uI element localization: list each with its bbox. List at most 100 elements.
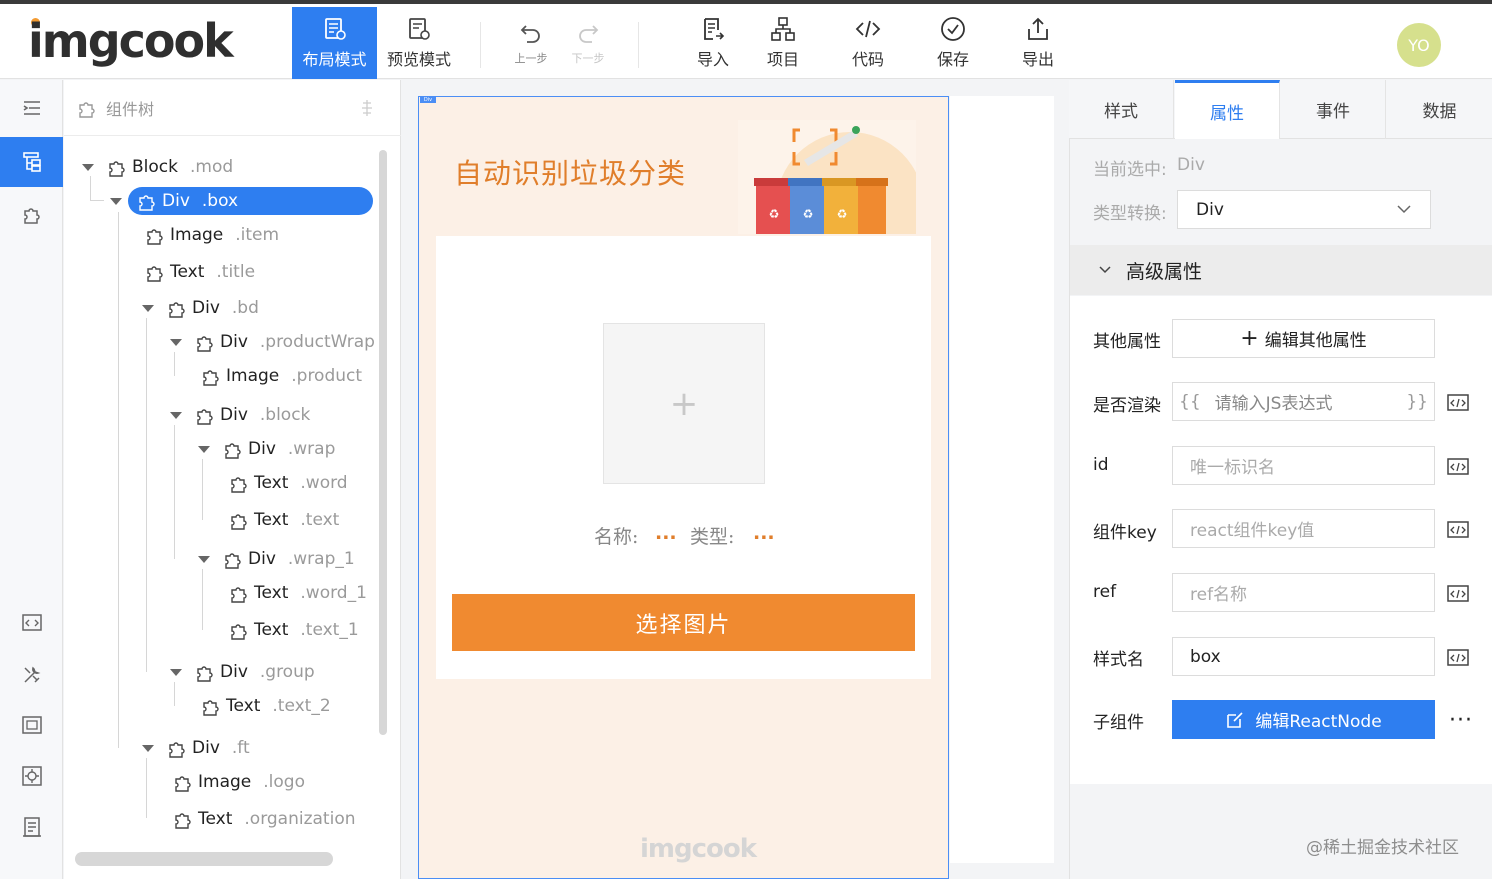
puzzle-icon	[23, 208, 40, 224]
undo-button[interactable]: 上一步	[505, 7, 557, 79]
tree-horizontal-scrollbar[interactable]	[75, 852, 333, 866]
components-tab[interactable]	[0, 189, 63, 239]
project-button[interactable]: 项目	[758, 7, 808, 79]
tree-guide	[174, 682, 175, 706]
expand-caret-icon[interactable]	[170, 339, 182, 346]
tree-node-div[interactable]: Div .box	[110, 187, 373, 215]
tree-node-image[interactable]: Image .logo	[172, 768, 305, 796]
puzzle-icon	[231, 477, 247, 493]
ref-label: ref	[1093, 582, 1117, 602]
document-tab[interactable]	[0, 802, 63, 852]
export-icon	[1028, 17, 1048, 40]
tree-node-block[interactable]: Block .mod	[82, 153, 233, 181]
more-options-button[interactable]: ···	[1449, 708, 1473, 733]
tree-node-div[interactable]: Div .wrap_1	[198, 545, 355, 573]
tree-node-text[interactable]: Text .text_2	[200, 692, 331, 720]
preview-mode-button[interactable]: 预览模式	[378, 7, 460, 79]
tree-vertical-scrollbar[interactable]	[379, 150, 387, 735]
expand-caret-icon[interactable]	[170, 669, 182, 676]
tree-node-text[interactable]: Text .text_1	[228, 616, 359, 644]
component-tree-tab[interactable]	[0, 137, 63, 187]
tab-attributes[interactable]: 属性	[1175, 80, 1280, 139]
id-input[interactable]: 唯一标识名	[1172, 446, 1435, 485]
tree-node-type: Text	[254, 620, 289, 640]
type-convert-select[interactable]: Div	[1177, 190, 1431, 229]
tree-node-text[interactable]: Text .word_1	[228, 579, 367, 607]
code-binding-icon[interactable]	[1447, 648, 1469, 668]
tree-node-text[interactable]: Text .word	[228, 469, 348, 497]
classname-input[interactable]: box	[1172, 637, 1435, 676]
import-button[interactable]: 导入	[688, 7, 738, 79]
tree-node-type: Text	[170, 262, 205, 282]
pin-icon[interactable]	[357, 98, 377, 118]
user-avatar[interactable]: YO	[1397, 23, 1441, 67]
tree-header: 组件树	[64, 80, 401, 136]
image-assets-tab[interactable]	[0, 700, 63, 750]
tree-node-div[interactable]: Div .bd	[142, 294, 259, 322]
tab-style[interactable]: 样式	[1069, 80, 1174, 139]
page-title[interactable]: 自动识别垃圾分类	[454, 152, 686, 192]
tree-node-image[interactable]: Image .item	[144, 221, 279, 249]
trash-bins-illustration: ♻ ♻ ♻	[738, 120, 916, 234]
layout-mode-button[interactable]: 布局模式	[292, 7, 377, 79]
tree-guide	[202, 569, 203, 630]
code-button[interactable]: 代码	[843, 7, 893, 79]
advanced-section-header[interactable]: 高级属性	[1070, 245, 1492, 295]
settings-tab[interactable]	[0, 751, 63, 801]
save-button[interactable]: 保存	[928, 7, 978, 79]
tree-node-div[interactable]: Div .group	[170, 658, 315, 686]
advanced-title: 高级属性	[1126, 260, 1203, 283]
tree-guide	[202, 459, 203, 520]
code-binding-icon[interactable]	[1447, 520, 1469, 540]
tab-data[interactable]: 数据	[1387, 80, 1492, 139]
expand-caret-icon[interactable]	[170, 412, 182, 419]
image-upload-box[interactable]: +	[603, 323, 765, 484]
expand-caret-icon[interactable]	[142, 305, 154, 312]
tree-node-div[interactable]: Div .ft	[142, 734, 250, 762]
tree-node-text[interactable]: Text .organization	[172, 805, 356, 833]
tools-tab[interactable]	[0, 650, 63, 700]
edit-icon	[1227, 711, 1243, 728]
ref-input[interactable]: ref名称	[1172, 573, 1435, 612]
puzzle-icon	[231, 587, 247, 603]
code-editor-tab[interactable]	[0, 598, 63, 648]
tab-events[interactable]: 事件	[1281, 80, 1386, 139]
toolbar-divider	[480, 22, 481, 68]
tree-guide	[90, 176, 91, 200]
image-icon	[21, 716, 42, 734]
code-binding-icon[interactable]	[1447, 584, 1469, 604]
expand-caret-icon[interactable]	[198, 446, 210, 453]
edit-react-node-button[interactable]: 编辑ReactNode	[1172, 700, 1435, 739]
tree-node-type: Text	[254, 510, 289, 530]
expand-caret-icon[interactable]	[82, 164, 94, 171]
menu-toggle-button[interactable]	[0, 83, 63, 133]
component-key-input[interactable]: react组件key值	[1172, 509, 1435, 548]
tree-node-class: .box	[201, 191, 239, 211]
document-icon	[22, 817, 41, 837]
code-binding-icon[interactable]	[1447, 393, 1469, 413]
tree-node-text[interactable]: Text .text	[228, 506, 339, 534]
redo-button[interactable]: 下一步	[562, 7, 614, 79]
left-icon-rail	[0, 80, 63, 879]
choose-image-button[interactable]: 选择图片	[452, 594, 915, 651]
tree-node-text[interactable]: Text .title	[144, 258, 255, 286]
expand-caret-icon[interactable]	[142, 745, 154, 752]
expression-close-brace: }}	[1406, 391, 1428, 412]
tree-icon	[22, 152, 41, 172]
redo-label: 下一步	[571, 52, 605, 65]
expand-caret-icon[interactable]	[110, 198, 122, 205]
tree-node-div[interactable]: Div .block	[170, 401, 310, 429]
tree-node-type: Div	[192, 738, 220, 758]
edit-other-props-button[interactable]: + 编辑其他属性	[1172, 319, 1435, 358]
render-condition-input[interactable]: {{ 请输入JS表达式 }}	[1172, 382, 1435, 421]
tools-icon	[23, 666, 40, 683]
tree-node-div[interactable]: Div .productWrap	[170, 328, 375, 356]
expand-caret-icon[interactable]	[198, 556, 210, 563]
export-button[interactable]: 导出	[1013, 7, 1063, 79]
tree-node-div[interactable]: Div .wrap	[198, 435, 335, 463]
puzzle-icon	[225, 443, 241, 459]
code-binding-icon[interactable]	[1447, 457, 1469, 477]
code-square-icon	[21, 614, 42, 631]
tree-node-image[interactable]: Image .product	[200, 362, 362, 390]
tree-node-class: .wrap_1	[287, 549, 355, 569]
